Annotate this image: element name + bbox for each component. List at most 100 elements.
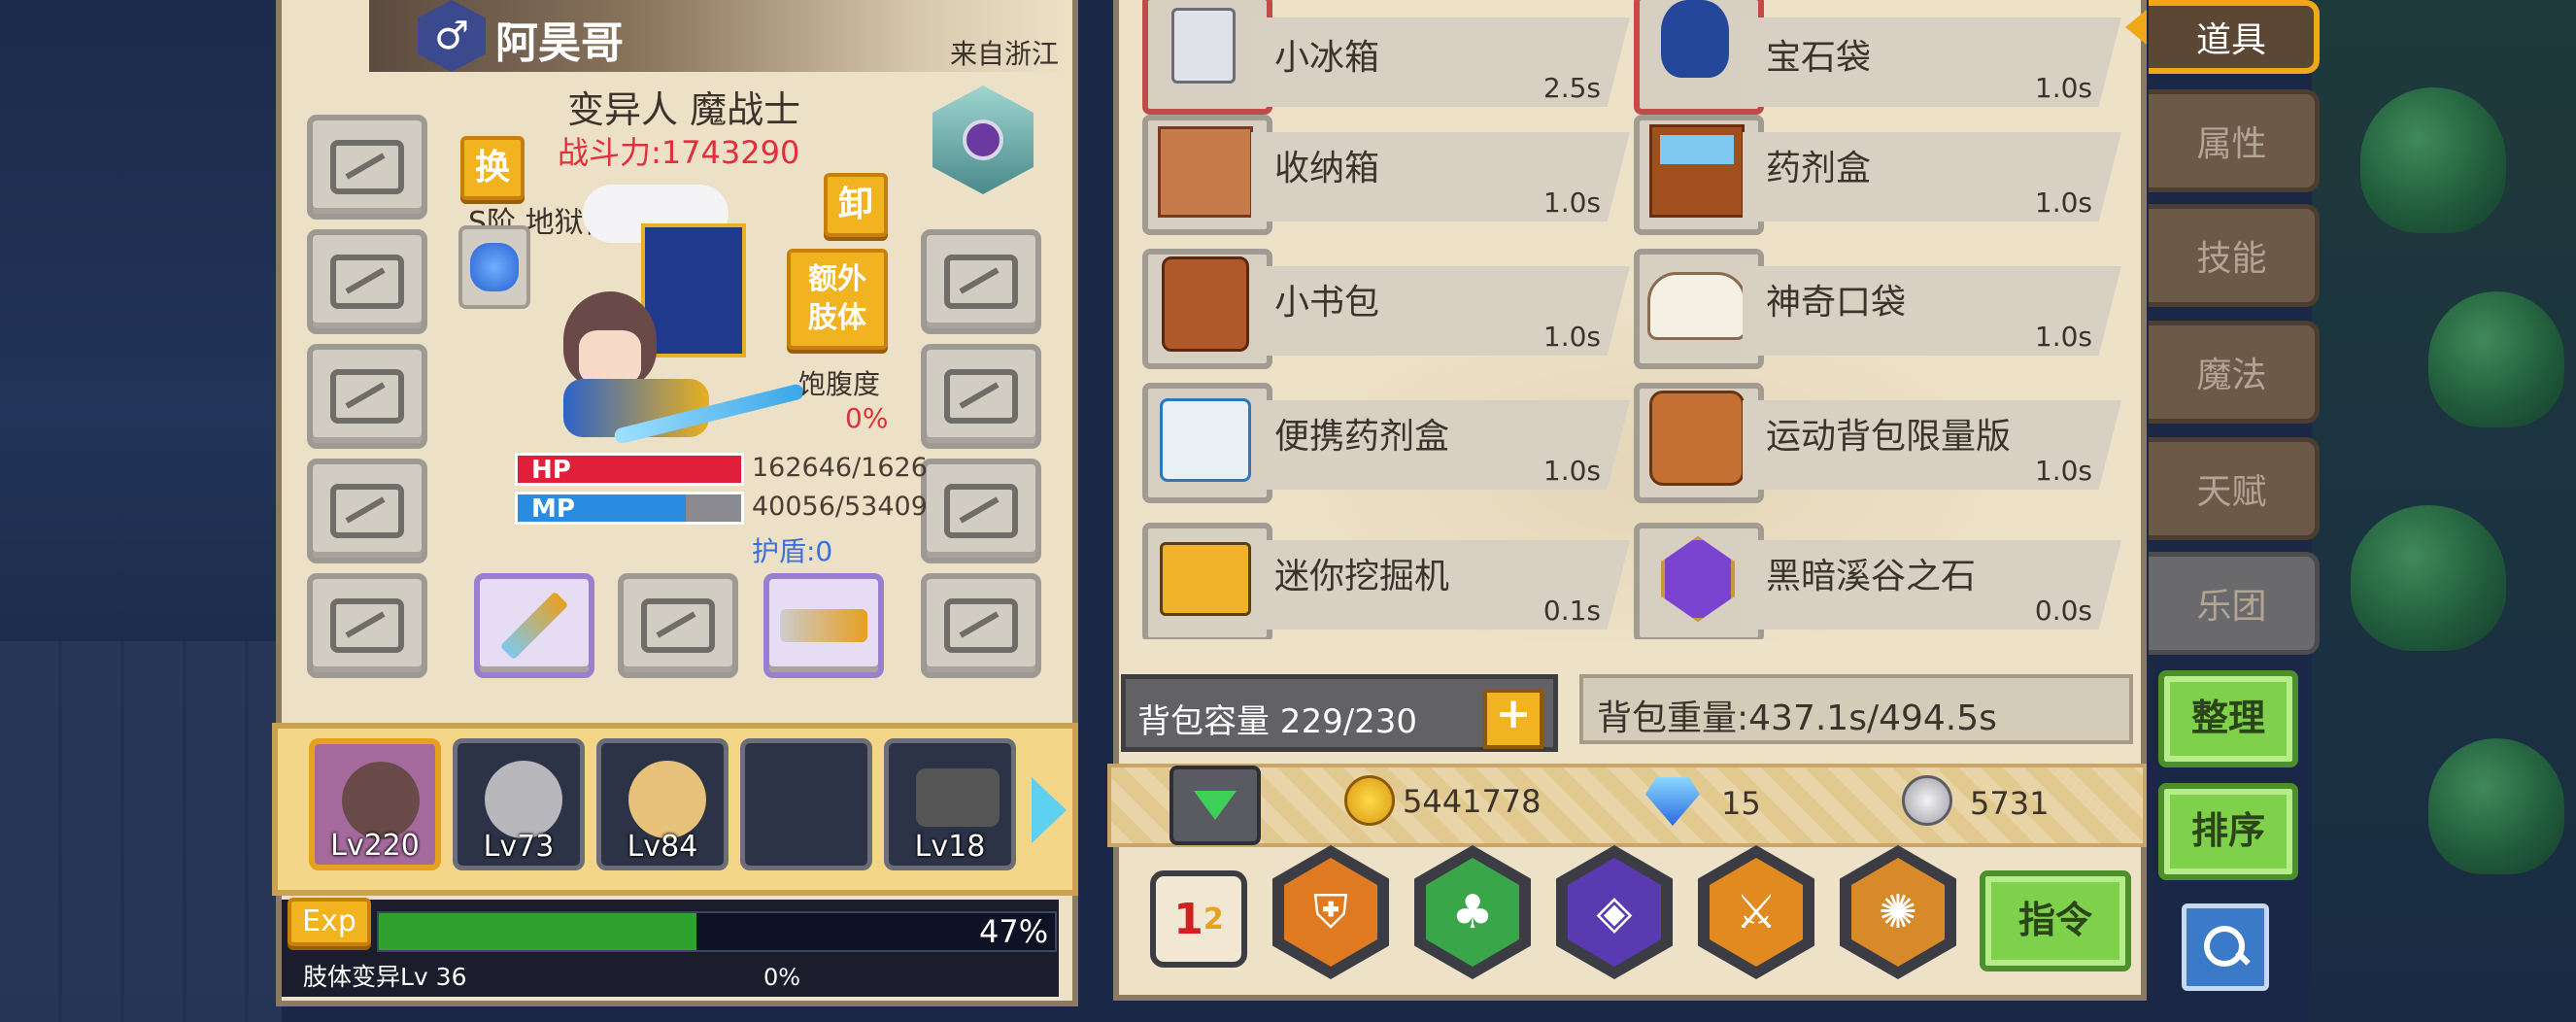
inventory-item[interactable]: 宝石袋 1.0s — [1634, 0, 2129, 115]
satiety-label: 饱腹度 — [798, 368, 881, 400]
equip-slot[interactable] — [307, 573, 427, 678]
inventory-item[interactable]: 收纳箱 1.0s — [1142, 115, 1638, 235]
tab-skills[interactable]: 技能 — [2149, 204, 2320, 307]
diamond-amount: 15 — [1721, 785, 1761, 822]
swap-order-icon[interactable]: 12 — [1150, 870, 1247, 968]
mp-label: MP — [531, 494, 575, 524]
equip-slot[interactable] — [921, 344, 1041, 449]
silver-coin-icon — [1902, 775, 1952, 826]
deposit-button[interactable] — [1169, 766, 1261, 845]
party-member-slot[interactable]: Lv18 — [884, 738, 1016, 870]
item-time: 0.0s — [2034, 595, 2092, 627]
mp-bar: MP — [515, 492, 744, 525]
character-face — [579, 330, 641, 385]
list-clip — [1119, 639, 2141, 668]
inventory-item[interactable]: 小冰箱 2.5s — [1142, 0, 1638, 115]
item-name: 小冰箱 — [1274, 38, 1380, 78]
item-time: 2.5s — [1542, 72, 1601, 104]
equip-slot[interactable] — [307, 459, 427, 563]
equip-slot[interactable] — [921, 229, 1041, 334]
item-name: 收纳箱 — [1274, 149, 1380, 188]
emblem-gem — [963, 119, 1003, 160]
excavator-icon — [1160, 542, 1251, 616]
item-time: 1.0s — [2034, 187, 2092, 219]
blue-crystal-icon — [470, 243, 519, 291]
potion-box-icon — [1649, 124, 1745, 218]
gold-coin-icon — [1344, 775, 1395, 826]
item-time: 1.0s — [2034, 455, 2092, 487]
sort-button[interactable]: 整理 — [2158, 670, 2298, 767]
item-time: 1.0s — [2034, 72, 2092, 104]
weapon-slot[interactable] — [474, 573, 594, 678]
party-next-arrow-icon[interactable] — [1032, 777, 1067, 843]
item-time: 1.0s — [2034, 321, 2092, 353]
member-portrait — [916, 768, 1000, 827]
inventory-item[interactable]: 迷你挖掘机 0.1s — [1142, 523, 1638, 643]
hp-bar: HP — [515, 453, 744, 486]
exp-bar — [377, 911, 1057, 952]
unequip-button[interactable]: 卸 — [824, 173, 888, 237]
exp-percent: 47% — [979, 913, 1049, 950]
inventory-item[interactable]: 便携药剂盒 1.0s — [1142, 383, 1638, 503]
command-button[interactable]: 指令 — [1980, 870, 2131, 971]
background-wall — [0, 641, 282, 1022]
sport-backpack-icon — [1649, 391, 1745, 486]
equip-slot[interactable] — [307, 115, 427, 220]
equip-slot[interactable] — [307, 344, 427, 449]
shield-label: 护盾:0 — [752, 535, 833, 567]
hp-label: HP — [531, 456, 571, 485]
tab-magic[interactable]: 魔法 — [2149, 321, 2320, 424]
tab-items[interactable]: 道具 — [2149, 0, 2320, 74]
power-label: 战斗力:1743290 — [558, 134, 800, 171]
equip-slot[interactable] — [307, 229, 427, 334]
character-title: 变异人 魔战士 — [567, 88, 801, 131]
inventory-item[interactable]: 药剂盒 1.0s — [1634, 115, 2129, 235]
party-member-slot[interactable]: Lv73 — [453, 738, 585, 870]
expand-capacity-button[interactable]: + — [1483, 689, 1543, 749]
download-arrow-icon — [1194, 791, 1237, 820]
member-level: Lv220 — [330, 829, 420, 863]
sword-icon — [499, 591, 569, 661]
item-name: 便携药剂盒 — [1274, 417, 1450, 457]
party-member-slot[interactable]: Lv220 — [309, 738, 441, 870]
character-name: 阿昊哥 — [495, 18, 624, 68]
order-button[interactable]: 排序 — [2158, 783, 2298, 880]
inventory-item[interactable]: 黑暗溪谷之石 0.0s — [1634, 523, 2129, 643]
inventory-item[interactable]: 神奇口袋 1.0s — [1634, 249, 2129, 369]
equip-slot[interactable] — [618, 573, 738, 678]
item-time: 1.0s — [1542, 321, 1601, 353]
banner-flag — [641, 223, 746, 358]
search-button[interactable] — [2182, 903, 2269, 991]
equip-slot[interactable] — [921, 459, 1041, 563]
party-member-slot-empty[interactable] — [740, 738, 872, 870]
inventory-item[interactable]: 小书包 1.0s — [1142, 249, 1638, 369]
tab-band[interactable]: 乐团 — [2149, 552, 2320, 655]
gem-bag-icon — [1661, 0, 1729, 78]
buff-item-slot[interactable] — [458, 225, 530, 309]
satiety-value: 0% — [845, 402, 889, 434]
equip-slot[interactable] — [921, 573, 1041, 678]
hp-value: 162646/1626 — [752, 453, 928, 483]
item-name: 小书包 — [1274, 283, 1380, 323]
tab-attributes[interactable]: 属性 — [2149, 89, 2320, 192]
tree-decoration — [2360, 87, 2506, 233]
extra-limb-button[interactable]: 额外 肢体 — [787, 249, 888, 350]
item-time: 0.1s — [1542, 595, 1601, 627]
storage-box-icon — [1158, 126, 1253, 218]
weight-label: 背包重量:437.1s/494.5s — [1597, 698, 1997, 738]
tree-decoration — [2351, 505, 2506, 651]
tab-talent[interactable]: 天赋 — [2149, 437, 2320, 540]
member-portrait — [485, 761, 562, 838]
inventory-item[interactable]: 运动背包限量版 1.0s — [1634, 383, 2129, 503]
capacity-label: 背包容量 229/230 — [1137, 702, 1418, 741]
item-name: 黑暗溪谷之石 — [1766, 557, 1977, 596]
member-level: Lv73 — [483, 830, 555, 864]
search-icon — [2204, 926, 2251, 969]
gold-amount: 5441778 — [1403, 783, 1542, 820]
swap-button[interactable]: 换 — [460, 136, 525, 200]
offhand-slot[interactable] — [763, 573, 884, 678]
mp-value: 40056/53409 — [752, 492, 928, 522]
magic-pocket-icon — [1647, 272, 1746, 340]
party-member-slot[interactable]: Lv84 — [596, 738, 729, 870]
active-tab-arrow-icon — [2125, 10, 2147, 45]
